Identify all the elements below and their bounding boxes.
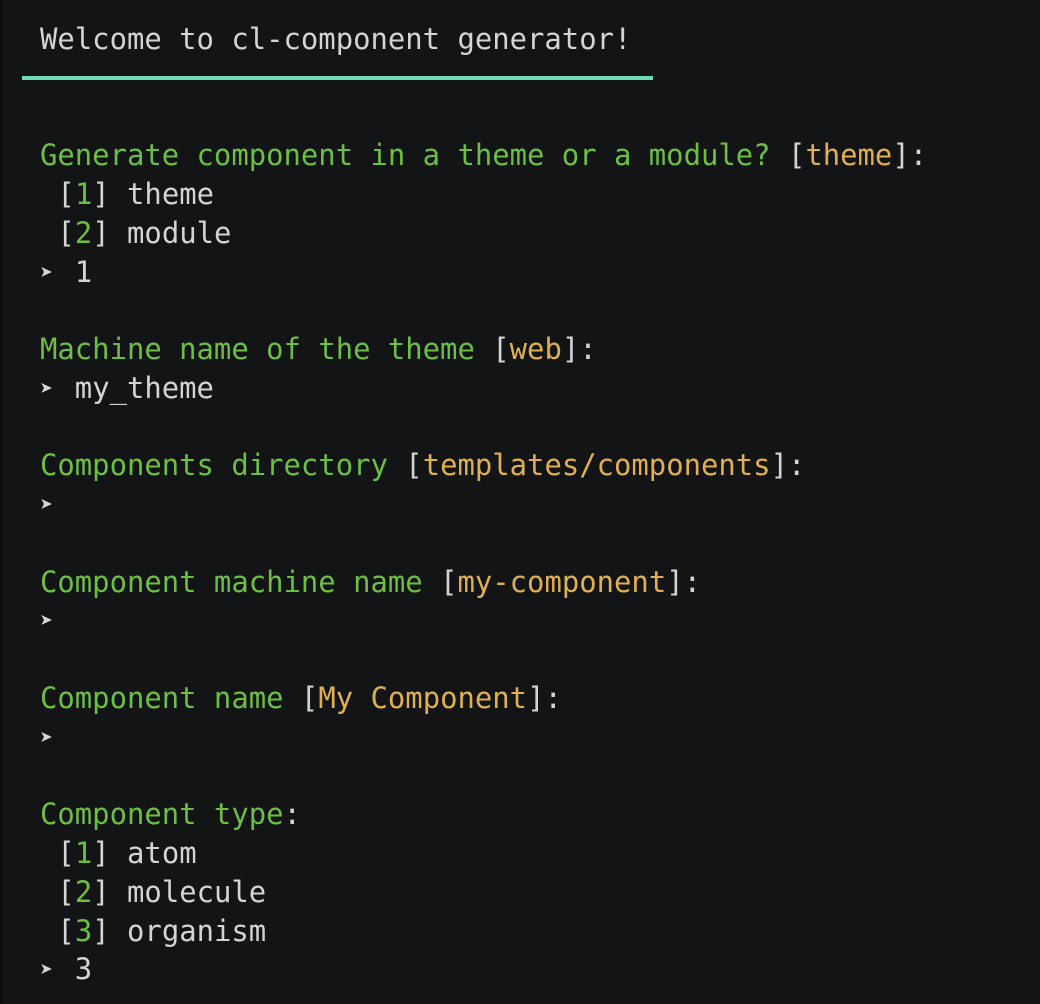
- prompt-theme-or-module: Generate component in a theme or a modul…: [40, 141, 927, 171]
- prompt-component-name: Component name [My Component]:: [40, 684, 562, 714]
- prompt-default-value: web: [509, 332, 562, 366]
- prompt-question: Component type: [40, 797, 284, 831]
- bracket-open: [: [57, 836, 75, 870]
- prompt-question: Component machine name: [40, 565, 423, 599]
- answer-line: ➤ 3: [40, 955, 92, 985]
- bracket-open: [: [787, 138, 806, 172]
- prompt-arrow-icon: ➤: [40, 609, 54, 634]
- bracket-close-colon: ]:: [892, 138, 928, 172]
- option-item: [2] molecule: [40, 878, 266, 908]
- bracket-open: [: [57, 177, 75, 211]
- prompt-question: Component name: [40, 681, 284, 715]
- bracket-close-colon: ]:: [770, 448, 806, 482]
- answer-value: 3: [74, 952, 93, 986]
- option-label: organism: [127, 914, 267, 948]
- answer-line: ➤: [40, 723, 75, 753]
- option-number: 1: [74, 836, 93, 870]
- bracket-open: [: [57, 914, 75, 948]
- bracket-close: ]: [92, 177, 110, 211]
- prompt-default-value: templates/components: [422, 448, 771, 482]
- bracket-close: ]: [92, 875, 110, 909]
- option-number: 1: [74, 177, 93, 211]
- bracket-close: ]: [92, 914, 110, 948]
- bracket-close: ]: [92, 836, 110, 870]
- prompt-question: Components directory: [40, 448, 388, 482]
- prompt-arrow-icon: ➤: [40, 958, 54, 983]
- prompt-question: Generate component in a theme or a modul…: [40, 138, 771, 172]
- prompt-arrow-icon: ➤: [40, 261, 54, 286]
- bracket-close-colon: ]:: [527, 681, 562, 715]
- title-underline-divider: [22, 76, 653, 80]
- option-label: module: [127, 216, 232, 250]
- prompt-theme-machine-name: Machine name of the theme [web]:: [40, 335, 597, 365]
- bracket-close-colon: ]:: [666, 565, 702, 599]
- bracket-close-colon: ]:: [561, 332, 597, 366]
- prompt-component-machine-name: Component machine name [my-component]:: [40, 568, 701, 598]
- answer-line: ➤: [40, 490, 75, 520]
- prompt-component-type: Component type:: [40, 800, 301, 830]
- option-item: [1] atom: [40, 836, 197, 870]
- bracket-open: [: [405, 448, 423, 482]
- option-number: 2: [74, 875, 93, 909]
- prompt-default-value: my-component: [457, 565, 667, 599]
- prompt-components-directory: Components directory [templates/componen…: [40, 451, 805, 481]
- answer-value: 1: [74, 255, 93, 289]
- option-number: 3: [74, 914, 93, 948]
- prompt-arrow-icon: ➤: [40, 493, 54, 518]
- answer-line: ➤ 1: [40, 258, 92, 288]
- bracket-open: [: [57, 216, 75, 250]
- prompt-default-value: theme: [805, 138, 893, 172]
- bracket-open: [: [492, 332, 510, 366]
- window-edge: [0, 0, 2, 1004]
- bracket-close: ]: [92, 216, 110, 250]
- answer-line: ➤: [40, 606, 75, 636]
- bracket-open: [: [57, 875, 75, 909]
- colon: :: [283, 797, 301, 831]
- option-item: [3] organism: [40, 917, 266, 947]
- answer-line: ➤ my_theme: [40, 374, 214, 404]
- bracket-open: [: [300, 681, 319, 715]
- prompt-default-value: My Component: [318, 681, 528, 715]
- option-item: [1] theme: [40, 180, 214, 210]
- prompt-arrow-icon: ➤: [40, 726, 54, 751]
- welcome-title: Welcome to cl-component generator!: [40, 22, 632, 56]
- option-item: [2] module: [40, 219, 231, 249]
- option-label: atom: [127, 836, 197, 870]
- prompt-question: Machine name of the theme: [40, 332, 475, 366]
- answer-value: my_theme: [74, 371, 214, 405]
- prompt-arrow-icon: ➤: [40, 377, 54, 402]
- option-number: 2: [74, 216, 93, 250]
- option-label: molecule: [127, 875, 267, 909]
- bracket-open: [: [440, 565, 458, 599]
- option-label: theme: [127, 177, 214, 211]
